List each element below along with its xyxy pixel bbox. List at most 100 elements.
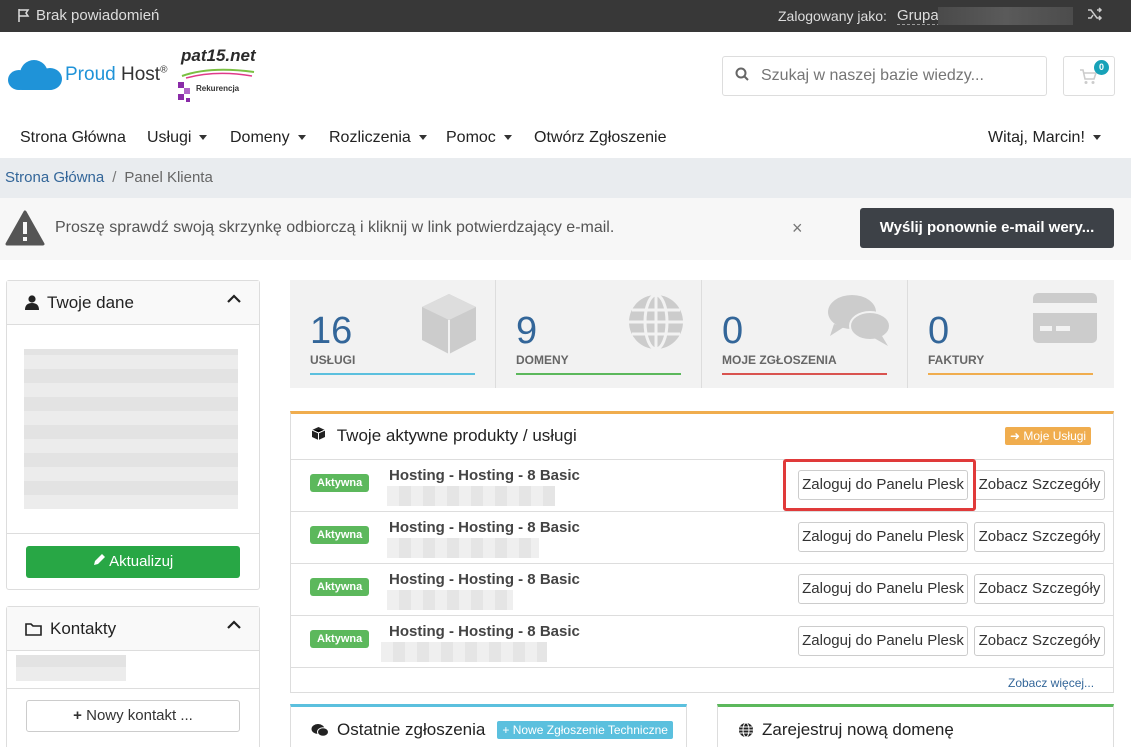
product-row: Aktywna Hosting - Hosting - 8 Basic Zalo… — [291, 512, 1113, 564]
plesk-login-button[interactable]: Zaloguj do Panelu Plesk — [798, 626, 968, 656]
view-details-button[interactable]: Zobacz Szczegóły — [974, 574, 1105, 604]
nav-services[interactable]: Usługi — [147, 129, 208, 147]
globe-icon — [629, 293, 683, 351]
chevron-up-icon[interactable] — [227, 294, 241, 304]
stat-services[interactable]: 16 USŁUGI — [290, 280, 496, 388]
top-bar: Brak powiadomień Zalogowany jako: Grupa — [0, 0, 1131, 32]
update-button[interactable]: Aktualizuj — [26, 546, 240, 578]
contacts-header[interactable]: Kontakty — [7, 607, 259, 651]
register-domain-title: Zarejestruj nową domenę — [762, 720, 954, 739]
email-verification-alert: Proszę sprawdź swoją skrzynkę odbiorczą … — [0, 198, 1131, 260]
brand-name: Proud Host® — [65, 64, 168, 85]
stat-label: DOMENY — [516, 353, 569, 367]
search-icon — [723, 67, 761, 85]
status-badge: Aktywna — [310, 474, 370, 492]
highlight-box — [783, 459, 976, 511]
chevron-up-icon[interactable] — [227, 620, 241, 630]
warning-icon — [5, 210, 45, 246]
product-row: Aktywna Hosting - Hosting - 8 Basic Zalo… — [291, 616, 1113, 668]
caret-down-icon — [503, 135, 512, 141]
my-services-button[interactable]: ➜ Moje Usługi — [1005, 427, 1092, 445]
breadcrumb-home[interactable]: Strona Główna — [5, 169, 104, 186]
product-name[interactable]: Hosting - Hosting - 8 Basic — [389, 571, 580, 588]
caret-down-icon — [199, 135, 208, 141]
nav-open-ticket[interactable]: Otwórz Zgłoszenie — [534, 129, 667, 147]
nav-support[interactable]: Pomoc — [446, 129, 512, 147]
caret-down-icon — [1092, 135, 1101, 141]
active-products-panel: Twoje aktywne produkty / usługi ➜ Moje U… — [290, 411, 1114, 693]
folder-icon — [25, 622, 42, 636]
products-header: Twoje aktywne produkty / usługi ➜ Moje U… — [291, 414, 1113, 460]
view-details-button[interactable]: Zobacz Szczegóły — [974, 470, 1105, 500]
redacted-domain — [387, 590, 513, 610]
redacted-domain — [387, 538, 539, 558]
cloud-icon — [8, 58, 62, 92]
nav-user-menu[interactable]: Witaj, Marcin! — [988, 129, 1101, 147]
stat-value: 0 — [928, 310, 950, 352]
cart-count-badge: 0 — [1094, 60, 1109, 75]
redacted-group-name — [938, 7, 1073, 25]
logged-as-label: Zalogowany jako: — [778, 8, 887, 24]
recent-tickets-title: Ostatnie zgłoszenia — [337, 720, 486, 739]
resend-verification-button[interactable]: Wyślij ponownie e-mail wery... — [860, 208, 1114, 248]
cube-icon — [422, 294, 476, 354]
alert-message: Proszę sprawdź swoją skrzynkę odbiorczą … — [55, 219, 615, 236]
register-domain-panel: Zarejestruj nową domenę — [717, 704, 1114, 747]
contacts-title: Kontakty — [50, 618, 117, 638]
stat-invoices[interactable]: 0 FAKTURY — [908, 280, 1114, 388]
caret-down-icon — [297, 135, 306, 141]
stats-tiles: 16 USŁUGI 9 DOMENY 0 MOJE ZGŁOSZENIA 0 F… — [290, 280, 1114, 388]
products-title: Twoje aktywne produkty / usługi — [336, 426, 577, 445]
your-data-title: Twoje dane — [47, 292, 134, 312]
caret-down-icon — [418, 135, 427, 141]
stat-value: 9 — [516, 310, 538, 352]
shuffle-icon[interactable] — [1087, 7, 1103, 25]
nav-billing[interactable]: Rozliczenia — [329, 129, 427, 147]
user-icon — [25, 295, 39, 310]
plus-icon: + — [73, 707, 82, 724]
status-badge: Aktywna — [310, 630, 370, 648]
proudhost-logo[interactable]: Proud Host® — [8, 58, 167, 92]
redacted-domain — [381, 642, 547, 662]
status-badge: Aktywna — [310, 578, 370, 596]
cart-button[interactable]: 0 — [1063, 56, 1115, 96]
redacted-domain — [387, 486, 555, 506]
your-data-header[interactable]: Twoje dane — [7, 281, 259, 325]
partner-logo-bottom: Rekurencja — [196, 84, 240, 93]
new-contact-button[interactable]: + Nowy kontakt ... — [26, 700, 240, 732]
knowledgebase-search[interactable] — [722, 56, 1047, 96]
new-ticket-button[interactable]: + Nowe Zgłoszenie Techniczne — [497, 721, 673, 739]
view-more-link[interactable]: Zobacz więcej... — [1008, 676, 1094, 690]
view-details-button[interactable]: Zobacz Szczegóły — [974, 522, 1105, 552]
stat-label: USŁUGI — [310, 353, 356, 367]
close-icon[interactable]: × — [792, 218, 803, 239]
search-input[interactable] — [761, 67, 1031, 85]
stat-tickets[interactable]: 0 MOJE ZGŁOSZENIA — [702, 280, 908, 388]
status-badge: Aktywna — [310, 526, 370, 544]
flag-icon — [18, 9, 30, 22]
credit-card-icon — [1033, 293, 1097, 343]
contacts-panel: Kontakty + Nowy kontakt ... — [6, 606, 260, 747]
product-name[interactable]: Hosting - Hosting - 8 Basic — [389, 519, 580, 536]
product-row: Aktywna Hosting - Hosting - 8 Basic Zalo… — [291, 460, 1113, 512]
notifications-label: Brak powiadomień — [36, 7, 160, 24]
stat-value: 0 — [722, 310, 744, 352]
view-details-button[interactable]: Zobacz Szczegóły — [974, 626, 1105, 656]
comments-icon — [828, 295, 891, 346]
stat-label: FAKTURY — [928, 353, 985, 367]
redacted-contact — [16, 655, 126, 681]
plesk-login-button[interactable]: Zaloguj do Panelu Plesk — [798, 574, 968, 604]
breadcrumb: Strona Główna / Panel Klienta — [0, 158, 1131, 198]
plesk-login-button[interactable]: Zaloguj do Panelu Plesk — [798, 522, 968, 552]
nav-home[interactable]: Strona Główna — [20, 129, 126, 147]
nav-domains[interactable]: Domeny — [230, 129, 306, 147]
product-name[interactable]: Hosting - Hosting - 8 Basic — [389, 623, 580, 640]
stat-value: 16 — [310, 310, 353, 352]
product-name[interactable]: Hosting - Hosting - 8 Basic — [389, 467, 580, 484]
notifications-link[interactable]: Brak powiadomień — [18, 7, 159, 24]
product-row: Aktywna Hosting - Hosting - 8 Basic Zalo… — [291, 564, 1113, 616]
recent-tickets-panel: Ostatnie zgłoszenia + Nowe Zgłoszenie Te… — [290, 704, 687, 747]
globe-icon — [739, 722, 753, 738]
stat-label: MOJE ZGŁOSZENIA — [722, 353, 837, 367]
stat-domains[interactable]: 9 DOMENY — [496, 280, 702, 388]
